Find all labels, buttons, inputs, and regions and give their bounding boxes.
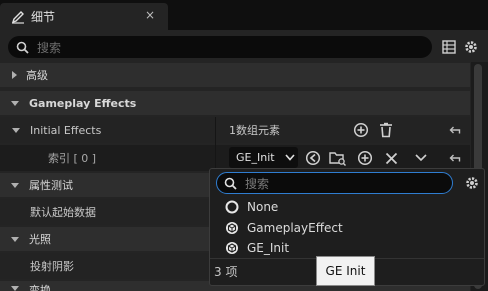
effect-class-combo[interactable]: GE_Init — [229, 147, 298, 168]
tab-title: 细节 — [31, 10, 56, 24]
property-label: Initial Effects — [30, 123, 102, 137]
dropdown-item-label: GE_Init — [247, 241, 290, 255]
property-label: 投射阴影 — [30, 260, 74, 273]
reset-to-default-icon[interactable] — [440, 118, 470, 142]
pencil-icon — [11, 10, 25, 24]
chevron-down-icon[interactable] — [12, 127, 20, 133]
category-label: 变换 — [29, 284, 51, 291]
class-icon — [225, 241, 239, 255]
item-count: 3 项 — [214, 265, 238, 279]
trash-icon[interactable] — [377, 121, 395, 139]
search-placeholder: 搜索 — [37, 40, 62, 55]
dropdown-item-label: GameplayEffect — [247, 221, 343, 235]
tab-details[interactable]: 细节 × — [0, 3, 168, 30]
dropdown-item-none[interactable]: None — [212, 197, 472, 217]
index-label: 索引 [ 0 ] — [48, 152, 97, 165]
combo-value: GE_Init — [236, 151, 275, 164]
column-divider — [215, 117, 216, 171]
gear-icon[interactable] — [463, 174, 481, 192]
property-label: 默认起始数据 — [30, 206, 96, 219]
category-label: 属性测试 — [29, 179, 73, 192]
property-initial-effects: Initial Effects 1数组元素 — [0, 117, 470, 143]
category-label: 高级 — [26, 69, 48, 82]
dropdown-search-placeholder: 搜索 — [245, 176, 270, 191]
search-icon — [224, 177, 237, 190]
chevron-down-icon — [11, 236, 19, 242]
chevron-down-icon — [11, 182, 19, 188]
add-icon[interactable] — [356, 149, 374, 167]
chevron-down-icon — [11, 100, 19, 106]
table-view-icon[interactable] — [440, 38, 458, 56]
dropdown-item-ge-init[interactable]: GE_Init — [212, 238, 472, 258]
none-icon — [225, 200, 239, 214]
gear-icon[interactable] — [462, 38, 480, 56]
dropdown-search-input[interactable]: 搜索 — [216, 172, 453, 194]
array-count: 1数组元素 — [229, 124, 280, 137]
chevron-down-icon — [285, 154, 295, 161]
reset-to-default-icon[interactable] — [440, 146, 470, 170]
browse-icon[interactable] — [329, 149, 347, 167]
class-icon — [225, 221, 239, 235]
add-element-icon[interactable] — [352, 121, 370, 139]
tooltip: GE Init — [316, 256, 375, 286]
tooltip-text: GE Init — [325, 264, 366, 278]
clear-icon[interactable] — [382, 149, 400, 167]
close-icon[interactable]: × — [145, 8, 155, 22]
use-selected-icon[interactable] — [304, 149, 322, 167]
category-label: 光照 — [29, 233, 51, 246]
dropdown-item-label: None — [247, 200, 279, 214]
chevron-right-icon — [12, 71, 17, 79]
dropdown-item-gameplayeffect[interactable]: GameplayEffect — [212, 218, 472, 238]
search-input[interactable]: 搜索 — [8, 36, 432, 58]
search-icon — [16, 41, 29, 54]
category-label: Gameplay Effects — [29, 96, 137, 110]
category-advanced[interactable]: 高级 — [0, 63, 470, 87]
chevron-down-icon — [11, 286, 19, 291]
category-gameplay-effects[interactable]: Gameplay Effects — [0, 91, 470, 115]
chevron-down-icon[interactable] — [412, 149, 430, 167]
